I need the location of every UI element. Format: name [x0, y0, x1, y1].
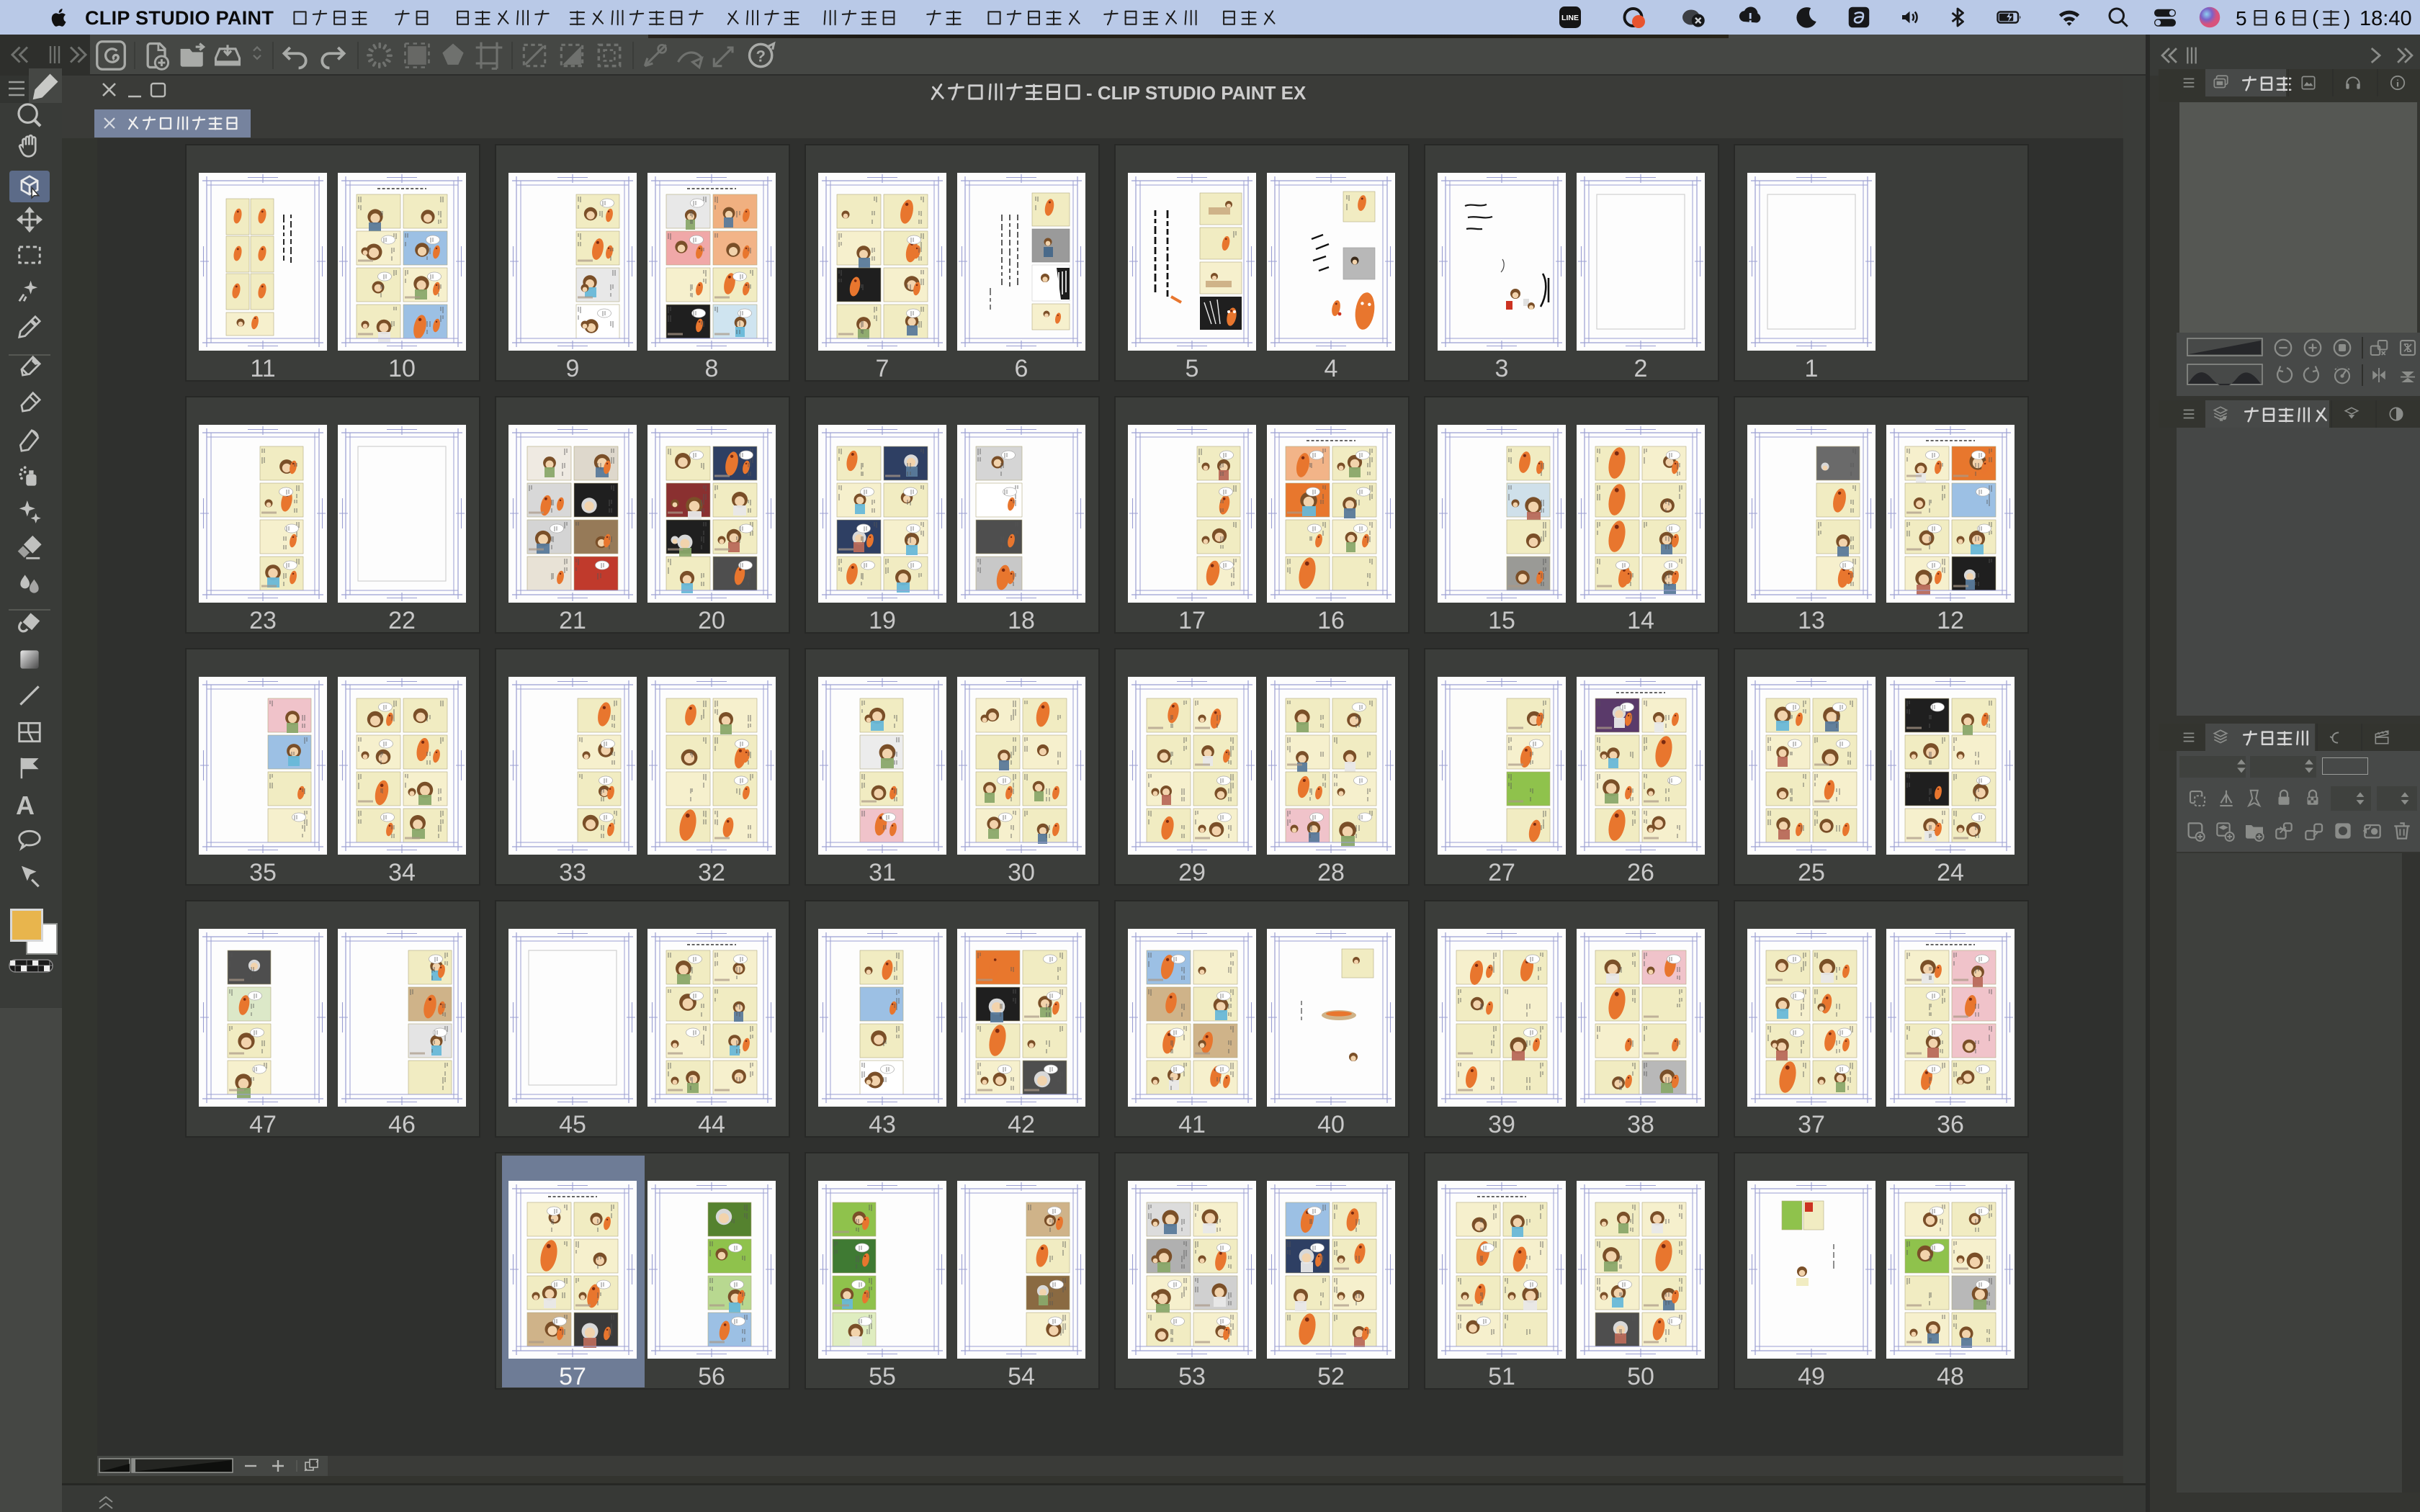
svg-text:LINE: LINE — [1561, 14, 1579, 22]
svg-text:?: ? — [756, 47, 765, 65]
